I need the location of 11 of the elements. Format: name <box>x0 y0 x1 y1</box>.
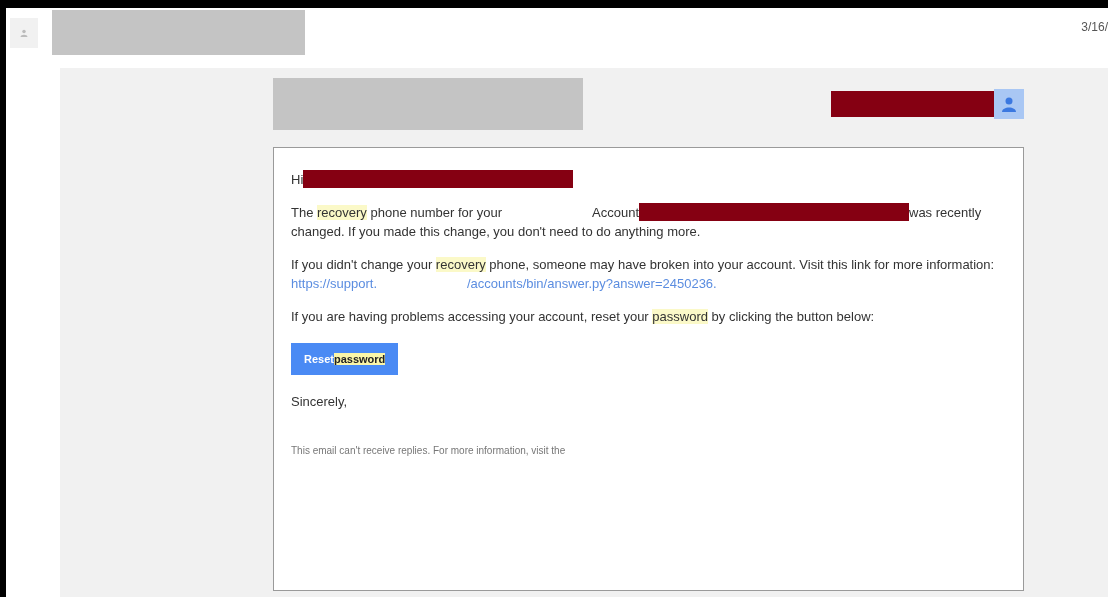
link[interactable]: https://support. <box>291 276 377 291</box>
link[interactable]: 2450236. <box>662 276 717 291</box>
closing-text: Sincerely, <box>291 393 349 411</box>
person-icon <box>19 28 29 38</box>
footer-text: This email can't receive replies. For more information, visit the <box>291 444 567 458</box>
date-text: 3/16/ <box>1081 19 1108 36</box>
paragraph: If you are having problems accessing your account, reset your password by clicking the button below: <box>291 308 876 326</box>
greeting: Hi <box>291 170 998 189</box>
paragraph: The recovery phone number for your Account was recently changed. If you made this change, you don't need to do anything more. <box>291 203 983 241</box>
paragraph: If you didn't change your recovery phone, someone may have broken into your account. Visit this link for more information: https://support. /accounts/bin/answer.py?answer=2450236. <box>291 256 996 293</box>
link[interactable]: /accounts/bin/answer.py?answer= <box>467 276 663 291</box>
